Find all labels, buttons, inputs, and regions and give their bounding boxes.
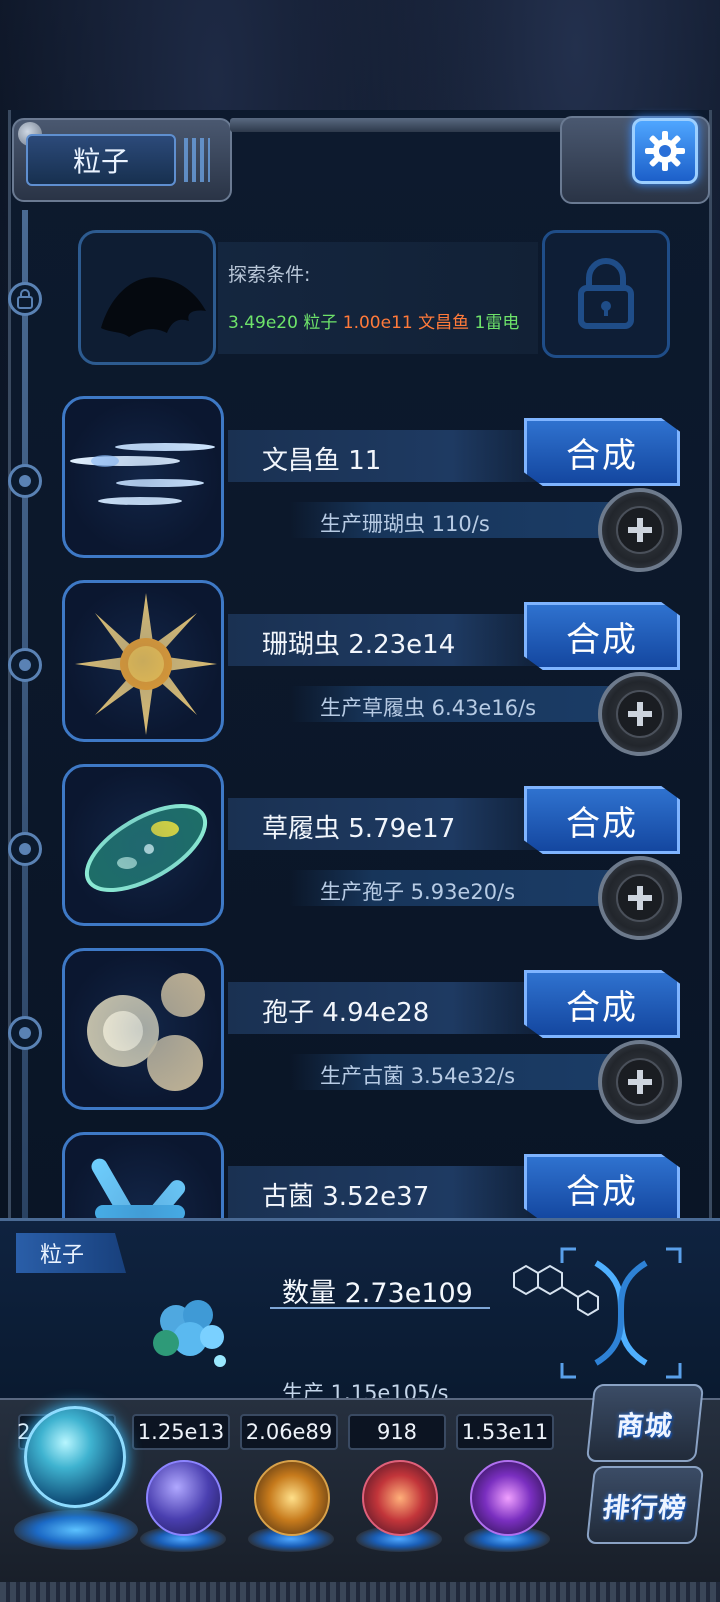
header: 粒子 [0,108,720,208]
creature-portrait[interactable] [62,764,224,926]
lock-icon [578,258,634,329]
gear-icon [645,131,685,171]
merge-label: 合成 [566,803,638,844]
orb-pedestal [14,1510,138,1550]
resource-tray: 2.73e109 1.25e13 2.06e89 918 1.53e11 商城 … [0,1384,720,1602]
creature-row: 文昌鱼 11 生产珊瑚虫 110/s 合成 [62,396,692,572]
header-stripes [184,138,210,182]
plus-icon [628,518,652,542]
creature-name-bar: 文昌鱼 11 [228,430,548,482]
page-title: 粒子 [72,145,129,178]
status-panel: 粒子 数量 2.73e109 生产 1.15e105/s [0,1218,720,1413]
shop-label: 商城 [615,1410,675,1442]
resource-value: 1.53e11 [456,1414,554,1450]
plus-icon [628,702,652,726]
creature-name: 古菌 3.52e37 [262,1182,430,1212]
shop-button[interactable]: 商城 [585,1384,705,1462]
header-rail [230,118,570,132]
unlock-button[interactable] [542,230,670,358]
dna-icon [560,1247,682,1379]
resource-value: 918 [348,1414,446,1450]
creature-name-bar: 古菌 3.52e37 [228,1166,548,1218]
creature-silhouette-icon [101,277,206,337]
creature-portrait[interactable] [62,396,224,558]
tray-edge [0,1582,720,1602]
production-bar: 生产孢子 5.93e20/s [290,870,620,906]
production-rate: 生产珊瑚虫 110/s [320,512,490,536]
particle-cluster-icon [153,1300,226,1367]
particle-count: 数量 2.73e109 [282,1278,473,1309]
creature-name-bar: 孢子 4.94e28 [228,982,548,1034]
creature-row: 古菌 3.52e37 合成 [62,1132,692,1222]
add-button[interactable] [598,488,682,572]
leaderboard-label: 排行榜 [601,1492,689,1524]
locked-entry: 探索条件: 3.49e20 粒子 1.00e11 文昌鱼 1雷电 [78,230,670,365]
merge-label: 合成 [566,435,638,476]
production-bar: 生产草履虫 6.43e16/s [290,686,620,722]
merge-button[interactable]: 合成 [524,786,680,854]
add-button[interactable] [598,672,682,756]
merge-button[interactable]: 合成 [524,602,680,670]
atom-orb-icon[interactable] [24,1406,126,1508]
coral-polyp-icon [75,593,217,735]
creature-portrait[interactable] [62,1132,224,1222]
requirement: 3.49e20 粒子 [228,313,338,333]
creature-row: 珊瑚虫 2.23e14 生产草履虫 6.43e16/s 合成 [62,580,692,756]
production-rate: 生产孢子 5.93e20/s [320,880,516,904]
merge-button[interactable]: 合成 [524,970,680,1038]
merge-button[interactable]: 合成 [524,418,680,486]
plus-icon [628,1070,652,1094]
production-rate: 生产古菌 3.54e32/s [320,1064,516,1088]
merge-label: 合成 [566,619,638,660]
creature-name-bar: 珊瑚虫 2.23e14 [228,614,548,666]
left-rail [22,210,28,1230]
conditions-caption: 探索条件: [228,264,311,286]
locked-silhouette [78,230,216,365]
creature-name-bar: 草履虫 5.79e17 [228,798,548,850]
spore-icon [87,973,205,1091]
settings-button[interactable] [632,118,698,184]
status-tag-label: 粒子 [40,1243,85,1268]
brain-orb-icon[interactable] [362,1460,438,1536]
creature-portrait[interactable] [62,580,224,742]
merge-label: 合成 [566,1171,638,1212]
leaderboard-button[interactable]: 排行榜 [585,1466,705,1544]
divider [270,1307,490,1309]
creature-portrait[interactable] [62,948,224,1110]
creature-name: 草履虫 5.79e17 [262,814,456,844]
rail-lock-icon [8,282,42,316]
archaea-icon [91,1158,186,1222]
creature-name: 文昌鱼 11 [262,446,382,476]
rail-node [8,1016,42,1050]
merge-label: 合成 [566,987,638,1028]
requirement: 1雷电 [474,313,520,333]
production-rate: 生产草履虫 6.43e16/s [320,696,537,720]
paramecium-icon [84,804,208,892]
rail-node [8,832,42,866]
page-title-box[interactable]: 粒子 [26,134,176,186]
resource-value: 2.06e89 [240,1414,338,1450]
lightning-orb-icon[interactable] [146,1460,222,1536]
requirement: 1.00e11 文昌鱼 [342,313,470,333]
add-button[interactable] [598,1040,682,1124]
production-bar: 生产珊瑚虫 110/s [290,502,620,538]
production-bar: 生产古菌 3.54e32/s [290,1054,620,1090]
rail-node [8,648,42,682]
resource-value: 1.25e13 [132,1414,230,1450]
creature-name: 孢子 4.94e28 [262,998,430,1028]
locked-conditions-panel: 探索条件: 3.49e20 粒子 1.00e11 文昌鱼 1雷电 [218,242,538,354]
plus-icon [628,886,652,910]
creature-name: 珊瑚虫 2.23e14 [262,630,456,660]
rail-node [8,464,42,498]
status-tag: 粒子 [16,1233,126,1273]
lancelet-fish-icon [70,443,215,505]
creature-row: 草履虫 5.79e17 生产孢子 5.93e20/s 合成 [62,764,692,940]
add-button[interactable] [598,856,682,940]
vortex-orb-icon[interactable] [470,1460,546,1536]
creature-row: 孢子 4.94e28 生产古菌 3.54e32/s 合成 [62,948,692,1124]
merge-button[interactable]: 合成 [524,1154,680,1222]
conditions-list: 3.49e20 粒子 1.00e11 文昌鱼 1雷电 [228,308,519,333]
nebula-orb-icon[interactable] [254,1460,330,1536]
